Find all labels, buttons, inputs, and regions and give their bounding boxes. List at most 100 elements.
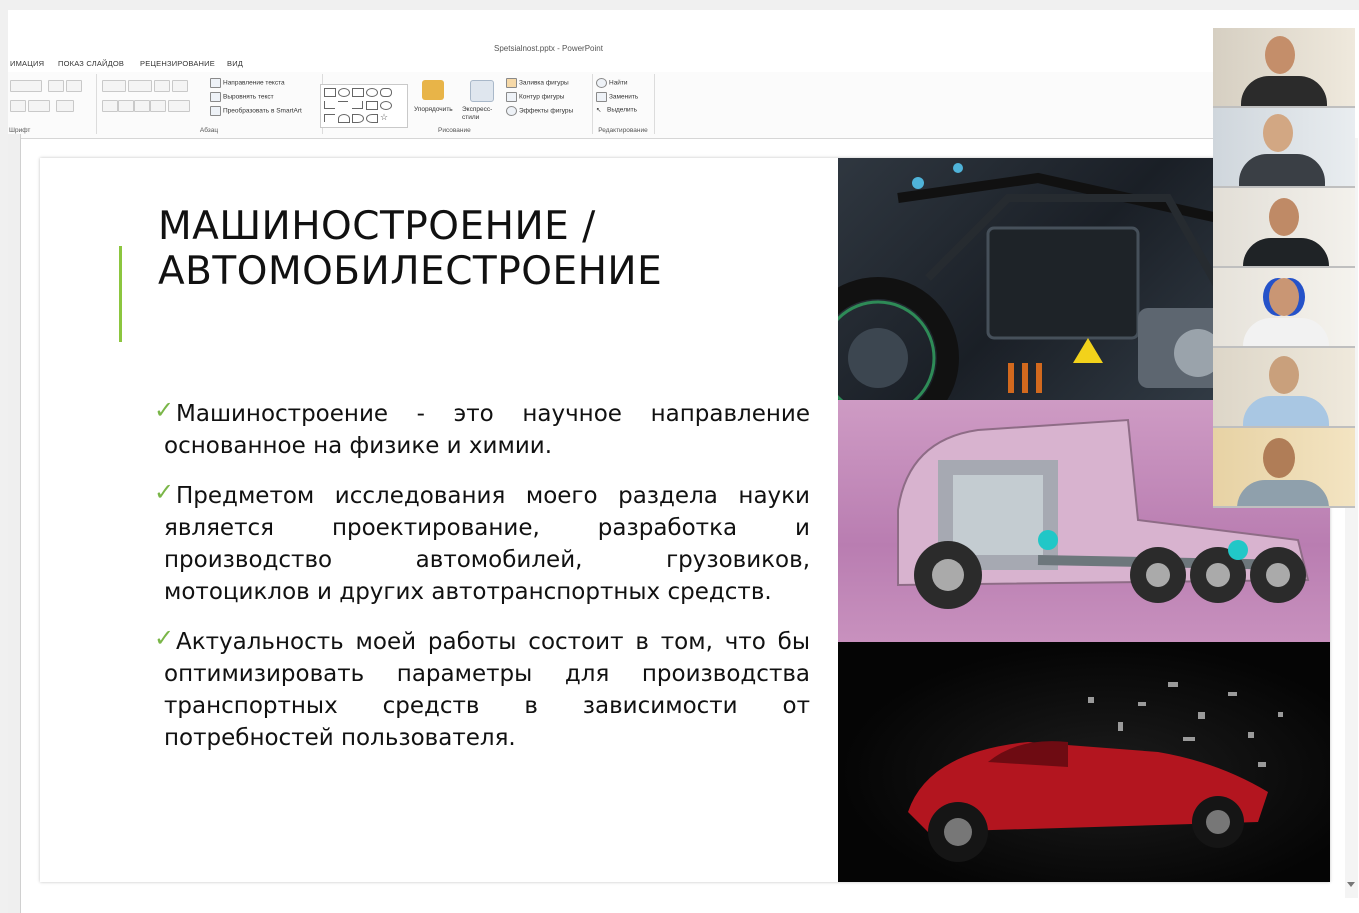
quick-styles-label[interactable]: Экспресс-стили [462,106,498,122]
checkmark-icon: ✓ [154,396,175,424]
quick-styles-icon[interactable] [470,80,494,102]
align-center-button[interactable] [118,100,134,112]
case-button[interactable] [28,100,50,112]
bullets-button[interactable] [102,80,126,92]
bullet-text: Актуальность моей работы состоит в том, … [164,629,810,751]
participant-video-2[interactable] [1213,108,1355,188]
triangle-shape-icon[interactable] [324,101,335,109]
shape-fill-button[interactable]: Заливка фигуры [506,78,569,88]
participant-video-6[interactable] [1213,428,1355,508]
title-accent-bar [119,246,122,342]
decrease-indent-button[interactable] [154,80,170,92]
columns-button[interactable] [168,100,190,112]
participant-face [1269,198,1299,236]
window-title: Spetsialnost.pptx - PowerPoint [494,44,603,53]
brace-left-shape-icon[interactable] [366,114,378,123]
tab-view[interactable]: ВИД [227,59,243,68]
participant-face [1265,36,1295,74]
numbering-button[interactable] [128,80,152,92]
ribbon-tabs: ИМАЦИЯ ПОКАЗ СЛАЙДОВ РЕЦЕНЗИРОВАНИЕ ВИД [8,56,1213,72]
paragraph-group: Направление текста Выровнять текст Преоб… [96,74,323,134]
participant-video-4[interactable] [1213,268,1355,348]
editing-group-label: Редактирование [598,127,648,134]
align-text-icon [210,92,221,102]
rect-shape-icon[interactable] [352,88,364,97]
scroll-down-icon[interactable] [1347,882,1355,887]
participant-body [1239,154,1325,186]
font-group-label: Шрифт [9,127,31,134]
participant-body [1243,396,1329,426]
arrow-shape-icon[interactable] [366,101,378,110]
tab-animation[interactable]: ИМАЦИЯ [10,59,44,68]
bullet-text: Предметом исследования моего раздела нау… [164,483,810,605]
title-line-2: АВТОМОБИЛЕСТРОЕНИЕ [158,249,663,294]
align-left-button[interactable] [102,100,118,112]
callout-shape-icon[interactable] [380,101,392,110]
shrink-font-button[interactable] [66,80,82,92]
find-button[interactable]: Найти [596,78,628,88]
participant-body [1237,480,1329,506]
cursor-icon: ↖ [596,107,602,114]
vertical-ruler [8,134,21,913]
participant-video-5[interactable] [1213,348,1355,428]
effects-icon [506,106,517,116]
shapes-gallery[interactable]: ☆ [320,84,408,128]
title-bar: Spetsialnost.pptx - PowerPoint [8,10,1213,58]
participant-video-3[interactable] [1213,188,1355,268]
font-color-button[interactable] [56,100,74,112]
participant-video-1[interactable] [1213,28,1355,108]
binoculars-icon [596,78,607,88]
arrange-label[interactable]: Упорядочить [414,106,453,113]
bullet-item: ✓ Актуальность моей работы состоит в том… [154,624,810,754]
text-direction-button[interactable]: Направление текста [210,78,285,88]
tab-slideshow[interactable]: ПОКАЗ СЛАЙДОВ [58,59,124,68]
replace-icon [596,92,607,102]
oval-shape-icon[interactable] [338,88,350,97]
bullet-list[interactable]: ✓ Машиностроение - это научное направлен… [154,396,810,772]
bullet-item: ✓ Предметом исследования моего раздела н… [154,478,810,608]
racecar-exploding-photo[interactable] [838,642,1330,882]
participant-body [1243,238,1329,266]
rectangle-shape-icon[interactable] [324,88,336,97]
convert-smartart-button[interactable]: Преобразовать в SmartArt [210,106,302,116]
shape-outline-button[interactable]: Контур фигуры [506,92,564,102]
racecar-illustration [908,682,1283,862]
text-direction-icon [210,78,221,88]
slide-title[interactable]: МАШИНОСТРОЕНИЕ / АВТОМОБИЛЕСТРОЕНИЕ [158,204,798,294]
bullet-item: ✓ Машиностроение - это научное направлен… [154,396,810,462]
connector-shape-icon[interactable] [352,101,363,109]
title-line-1: МАШИНОСТРОЕНИЕ / [158,204,596,249]
increase-indent-button[interactable] [172,80,188,92]
justify-button[interactable] [150,100,166,112]
brace-shape-icon[interactable] [352,114,364,123]
participant-face [1269,278,1299,316]
drawing-group-label: Рисование [438,127,471,134]
align-right-button[interactable] [134,100,150,112]
participant-face [1263,114,1293,152]
slide-canvas[interactable]: МАШИНОСТРОЕНИЕ / АВТОМОБИЛЕСТРОЕНИЕ ✓ Ма… [40,158,1330,882]
arrange-icon[interactable] [422,80,444,100]
shape-effects-button[interactable]: Эффекты фигуры [506,106,573,116]
paint-bucket-icon [506,78,517,88]
align-text-button[interactable]: Выровнять текст [210,92,274,102]
tab-review[interactable]: РЕЦЕНЗИРОВАНИЕ [140,59,215,68]
pen-icon [506,92,517,102]
star-shape-icon[interactable]: ☆ [380,113,390,122]
participant-face [1269,356,1299,394]
participant-body [1241,76,1327,106]
font-size-dropdown[interactable] [10,80,42,92]
line-shape-icon[interactable] [338,101,348,109]
replace-button[interactable]: Заменить [596,92,638,102]
ribbon: Шрифт Направление текста Выровнять текст… [8,72,1213,139]
editing-group: Найти Заменить ↖ Выделить Редактирование [592,74,655,134]
circle-shape-icon[interactable] [366,88,378,97]
bracket-shape-icon[interactable] [324,114,335,122]
select-button[interactable]: ↖ Выделить [596,106,637,114]
drawing-group: ☆ Упорядочить Экспресс-стили Заливка фиг… [320,74,593,134]
strikethrough-button[interactable] [10,100,26,112]
rounded-shape-icon[interactable] [380,88,392,97]
font-group: Шрифт [8,74,97,134]
bullet-text: Машиностроение - это научное направление… [164,401,810,459]
arc-shape-icon[interactable] [338,114,350,123]
grow-font-button[interactable] [48,80,64,92]
